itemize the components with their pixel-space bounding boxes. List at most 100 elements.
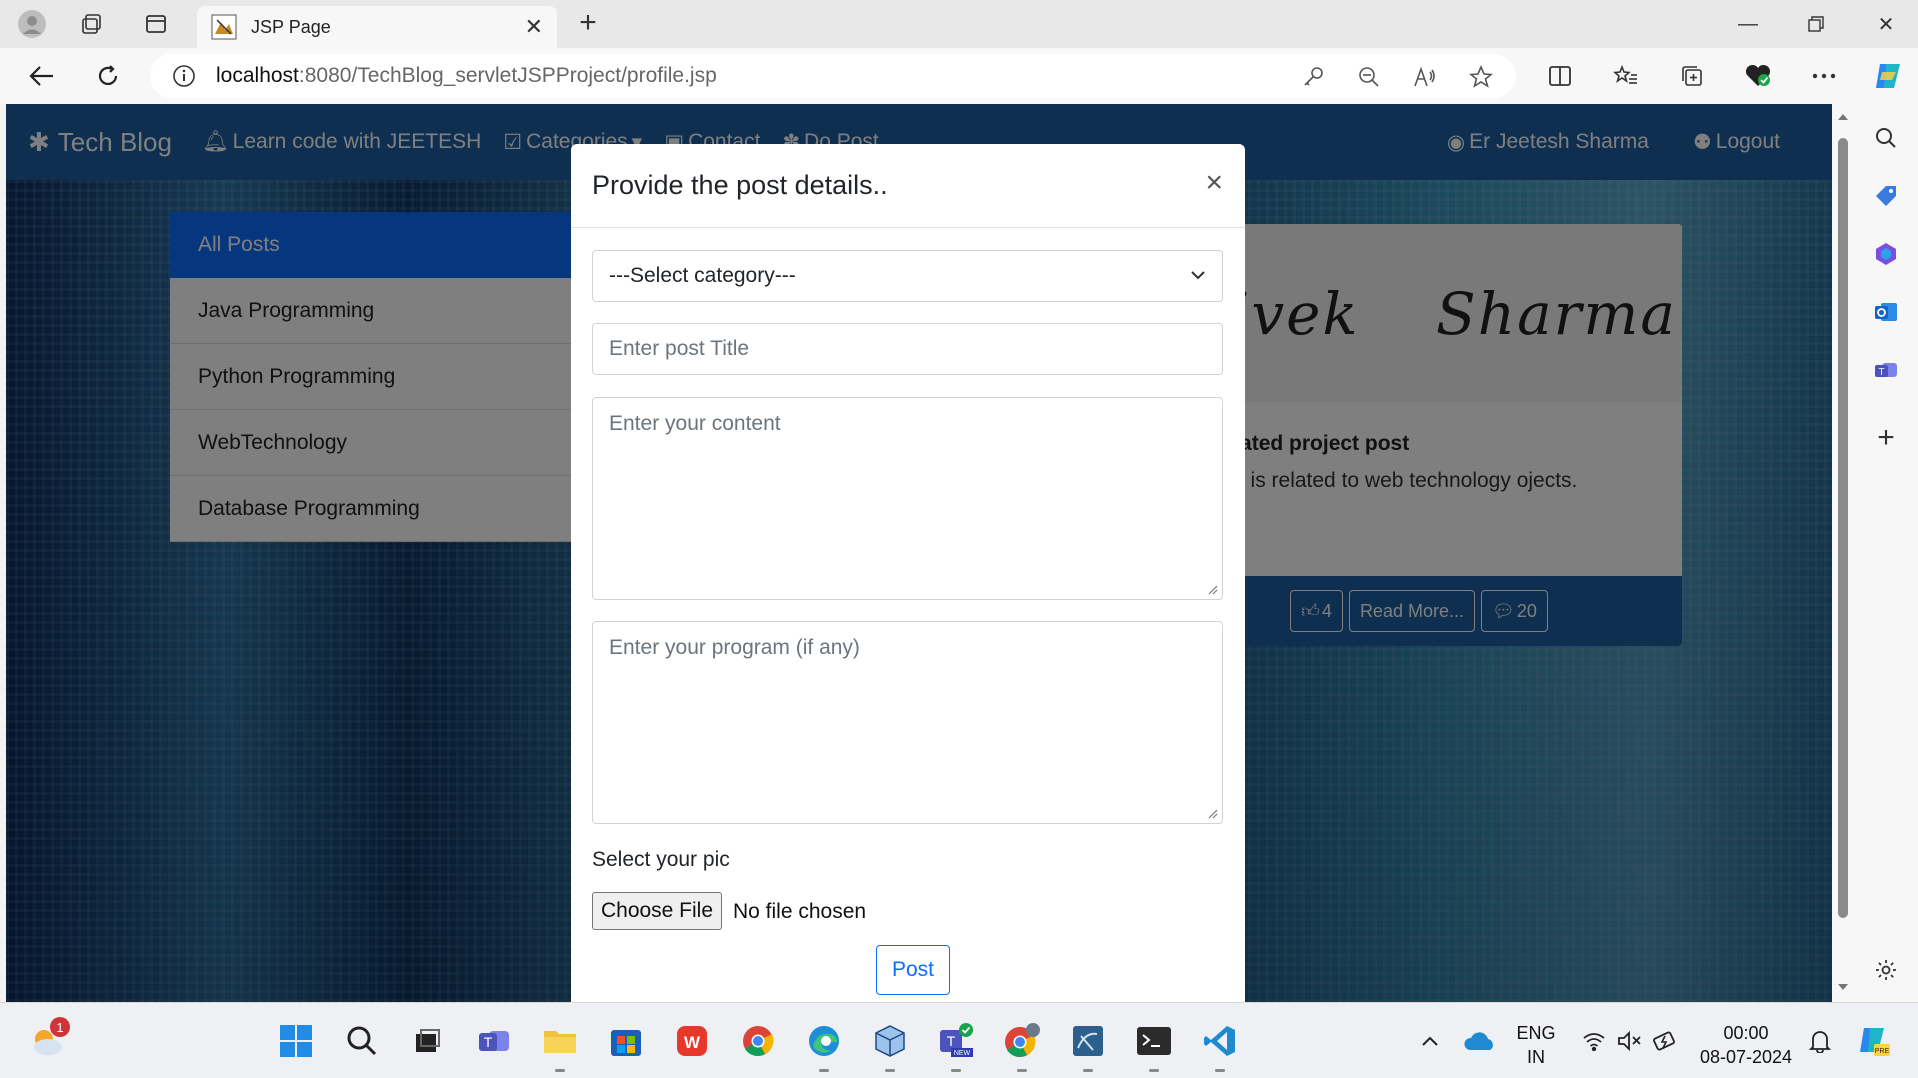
- post-title-input[interactable]: Enter post Title: [592, 323, 1223, 375]
- post-program-placeholder: Enter your program (if any): [609, 636, 860, 659]
- modal-header: Provide the post details.. ×: [571, 144, 1245, 228]
- edge-sidebar: T +: [1854, 104, 1918, 1002]
- site-info-icon[interactable]: [172, 64, 196, 88]
- collections-icon[interactable]: [1672, 58, 1712, 94]
- address-bar-row: localhost:8080/TechBlog_servletJSPProjec…: [0, 48, 1918, 104]
- weather-widget-icon[interactable]: 1: [28, 1017, 70, 1061]
- svg-text:PRE: PRE: [1875, 1048, 1890, 1055]
- mysql-workbench-icon[interactable]: [1068, 1021, 1108, 1061]
- tab-close-icon[interactable]: ✕: [525, 14, 543, 40]
- terminal-icon[interactable]: [1134, 1021, 1174, 1061]
- scroll-down-icon[interactable]: [1836, 980, 1850, 994]
- svg-text:T: T: [1878, 367, 1884, 378]
- chrome-icon[interactable]: [738, 1021, 778, 1061]
- onedrive-icon[interactable]: [1460, 1021, 1500, 1061]
- tab-title: JSP Page: [251, 16, 331, 37]
- file-explorer-icon[interactable]: [540, 1021, 580, 1061]
- close-window-icon[interactable]: ✕: [1856, 6, 1916, 42]
- workbench-running-indicator: [1083, 1069, 1093, 1072]
- language-line-2: IN: [1527, 1047, 1545, 1067]
- post-modal: Provide the post details.. × ---Select c…: [571, 144, 1245, 1002]
- terminal-running-indicator: [1149, 1069, 1159, 1072]
- post-program-textarea[interactable]: Enter your program (if any): [592, 621, 1223, 824]
- language-indicator[interactable]: ENG IN: [1516, 1021, 1556, 1069]
- password-key-icon[interactable]: [1298, 62, 1328, 92]
- vertical-tabs-icon[interactable]: [140, 8, 172, 40]
- task-view-icon[interactable]: [408, 1021, 448, 1061]
- battery-charging-icon[interactable]: [1646, 1021, 1686, 1061]
- browser-essentials-icon[interactable]: [1738, 58, 1778, 94]
- svg-text:W: W: [684, 1033, 701, 1052]
- category-select[interactable]: ---Select category---: [592, 250, 1223, 302]
- post-title-placeholder: Enter post Title: [609, 337, 750, 360]
- vscode-running-indicator: [1215, 1069, 1225, 1072]
- post-content-textarea[interactable]: Enter your content: [592, 397, 1223, 600]
- start-icon[interactable]: [276, 1021, 316, 1061]
- notifications-bell-icon[interactable]: [1800, 1021, 1840, 1061]
- store-icon[interactable]: [606, 1021, 646, 1061]
- url-text[interactable]: localhost:8080/TechBlog_servletJSPProjec…: [216, 64, 717, 88]
- sidebar-add-icon[interactable]: +: [1870, 421, 1902, 454]
- reload-icon[interactable]: [88, 58, 128, 94]
- shopping-tag-icon[interactable]: [1870, 180, 1902, 212]
- explorer-running-indicator: [555, 1069, 565, 1072]
- select-pic-label: Select your pic: [592, 848, 730, 871]
- teams-new-icon[interactable]: T NEW: [936, 1021, 976, 1061]
- teams-taskbar-icon[interactable]: T: [474, 1021, 514, 1061]
- post-submit-button[interactable]: Post: [876, 945, 950, 995]
- volume-muted-icon[interactable]: [1610, 1021, 1650, 1061]
- split-screen-icon[interactable]: [1540, 58, 1580, 94]
- modal-close-button[interactable]: ×: [1205, 168, 1223, 198]
- chrome-profile-running-indicator: [1017, 1069, 1027, 1072]
- scroll-up-icon[interactable]: [1836, 110, 1850, 124]
- tab-favicon-icon: [211, 14, 237, 40]
- scrollbar-thumb[interactable]: [1838, 138, 1848, 918]
- profile-avatar-icon[interactable]: [16, 8, 48, 40]
- favorite-star-icon[interactable]: [1466, 62, 1496, 92]
- minimize-icon[interactable]: —: [1718, 6, 1778, 42]
- post-content-placeholder: Enter your content: [609, 412, 781, 435]
- zoom-out-icon[interactable]: [1354, 62, 1384, 92]
- copilot-taskbar-icon[interactable]: PRE: [1854, 1021, 1894, 1061]
- vscode-icon[interactable]: [1200, 1021, 1240, 1061]
- address-bar[interactable]: localhost:8080/TechBlog_servletJSPProjec…: [150, 54, 1516, 98]
- choose-file-button[interactable]: Choose File: [592, 892, 722, 930]
- svg-text:NEW: NEW: [954, 1050, 971, 1057]
- back-icon[interactable]: [22, 58, 62, 94]
- resize-grip-icon[interactable]: [1206, 807, 1218, 819]
- language-line-1: ENG: [1516, 1023, 1556, 1043]
- sidebar-search-icon[interactable]: [1870, 122, 1902, 154]
- modal-title: Provide the post details..: [592, 170, 888, 200]
- page-scrollbar[interactable]: [1832, 104, 1854, 1002]
- virtualbox-icon[interactable]: [870, 1021, 910, 1061]
- clock-date: 08-07-2024: [1699, 1047, 1793, 1067]
- svg-text:T: T: [947, 1033, 956, 1049]
- favorites-icon[interactable]: [1606, 58, 1646, 94]
- show-hidden-icons-chevron-icon[interactable]: [1410, 1021, 1450, 1061]
- clock-time: 00:00: [1723, 1023, 1769, 1043]
- wifi-icon[interactable]: [1574, 1021, 1614, 1061]
- edge-icon[interactable]: [804, 1021, 844, 1061]
- active-tab[interactable]: JSP Page ✕: [197, 6, 557, 48]
- workspaces-icon[interactable]: [76, 8, 108, 40]
- teams-icon[interactable]: T: [1870, 354, 1902, 386]
- chevron-down-icon: [1191, 271, 1205, 280]
- svg-text:T: T: [484, 1034, 493, 1050]
- restore-icon[interactable]: [1786, 6, 1846, 42]
- sidebar-settings-icon[interactable]: [1870, 954, 1902, 986]
- chrome-profile-icon[interactable]: [1002, 1021, 1042, 1061]
- copilot-icon[interactable]: [1868, 58, 1908, 94]
- browser-tab-bar: JSP Page ✕ + — ✕: [0, 0, 1918, 48]
- read-aloud-icon[interactable]: [1410, 62, 1440, 92]
- new-tab-icon[interactable]: +: [572, 8, 604, 40]
- outlook-icon[interactable]: [1870, 296, 1902, 328]
- m365-icon[interactable]: [1870, 238, 1902, 270]
- taskbar-search-icon[interactable]: [342, 1021, 382, 1061]
- more-options-icon[interactable]: [1804, 58, 1844, 94]
- resize-grip-icon[interactable]: [1206, 583, 1218, 595]
- wps-office-icon[interactable]: W: [672, 1021, 712, 1061]
- weather-badge: 1: [50, 1017, 70, 1037]
- virtualbox-running-indicator: [885, 1069, 895, 1072]
- clock[interactable]: 00:00 08-07-2024: [1696, 1021, 1796, 1069]
- windows-taskbar: 1 T W T NEW ENG IN 00:00 08-07-2024 PRE: [0, 1002, 1918, 1078]
